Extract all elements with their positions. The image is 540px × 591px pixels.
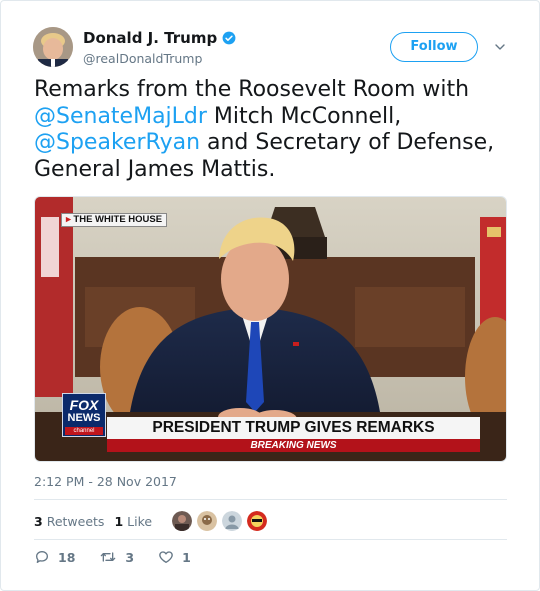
liker-avatar[interactable] [222,511,243,531]
logo-channel-text: channel [65,427,103,435]
tweet-actions: 18 3 1 [34,549,215,565]
follow-button[interactable]: Follow [390,32,478,62]
chyron-headline: PRESIDENT TRUMP GIVES REMARKS [107,417,480,439]
network-logo: FOX NEWS channel [62,393,106,437]
reply-count: 18 [58,549,76,565]
like-button[interactable]: 1 [158,549,191,565]
chyron-breaking: BREAKING NEWS [107,439,480,452]
retweets-stat[interactable]: 3 Retweets [34,514,104,529]
liker-avatar[interactable] [247,511,268,531]
tweet-text-segment: Mitch McConnell, [206,103,402,129]
divider [34,499,507,500]
retweet-button[interactable]: 3 [99,549,134,565]
verified-badge-icon [222,31,236,45]
tweet-timestamp[interactable]: 2:12 PM - 28 Nov 2017 [34,474,177,489]
mention-link[interactable]: @SenateMajLdr [34,104,207,129]
logo-news-text: NEWS [67,412,101,424]
tweet-card: Donald J. Trump @realDonaldTrump Follow … [0,0,540,591]
liker-avatar[interactable] [197,511,218,531]
logo-fox-text: FOX [69,397,99,413]
chevron-down-icon[interactable] [494,41,506,53]
author-handle[interactable]: @realDonaldTrump [83,51,236,66]
tweet-text-segment: Remarks from the Roosevelt Room with [34,77,470,102]
liker-avatar[interactable] [172,511,193,531]
reply-icon [36,551,48,563]
tweet-stats: 3 Retweets 1 Like [34,509,272,533]
tweet-header: Donald J. Trump @realDonaldTrump Follow [33,27,513,71]
likes-count: 1 [114,513,124,529]
tweet-text: Remarks from the Roosevelt Room with @Se… [34,77,509,183]
retweet-count: 3 [125,549,135,565]
retweets-label: Retweets [46,513,105,529]
author-avatar[interactable] [33,27,73,67]
bug-label: THE WHITE HOUSE [73,214,163,225]
heart-icon [159,551,173,563]
likes-label: Like [127,513,153,529]
likes-stat[interactable]: 1 Like [114,514,152,529]
network-bug: ▸ THE WHITE HOUSE [61,213,168,227]
likers-avatars [172,511,272,531]
mention-link[interactable]: @SpeakerRyan [34,130,200,155]
play-indicator-icon: ▸ [66,214,71,225]
like-count: 1 [182,549,191,565]
reply-button[interactable]: 18 [34,549,75,565]
divider [34,539,507,540]
retweet-icon [101,552,116,562]
tweet-media-video[interactable]: ▸ THE WHITE HOUSE FOX NEWS channel PRESI… [34,196,507,462]
author-display-name[interactable]: Donald J. Trump [83,29,217,47]
retweets-count: 3 [34,513,43,529]
author-info: Donald J. Trump @realDonaldTrump [83,29,236,66]
